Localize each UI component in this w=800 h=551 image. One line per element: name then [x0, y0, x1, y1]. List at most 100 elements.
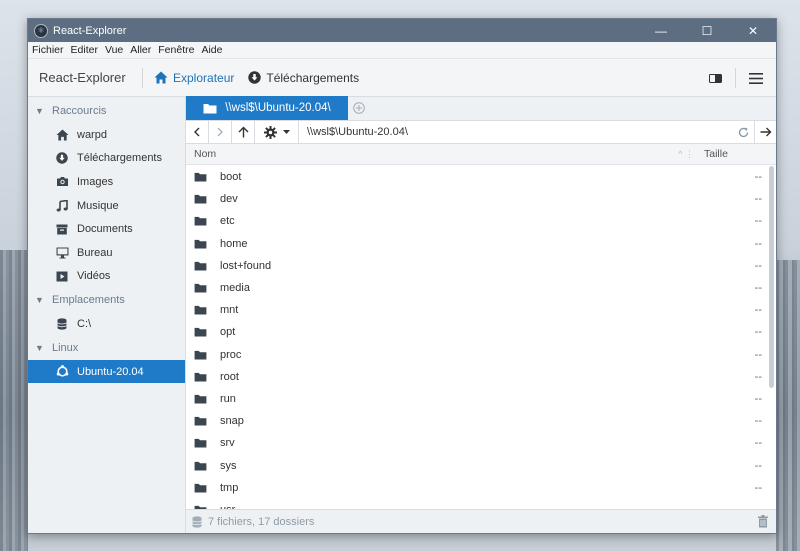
toolbar-divider — [142, 67, 143, 88]
minimize-button[interactable]: — — [638, 19, 684, 42]
archive-icon — [55, 224, 69, 235]
sidebar-item-label: C:\ — [77, 317, 92, 330]
window-controls: — ☐ ✕ — [638, 19, 776, 42]
close-button[interactable]: ✕ — [730, 19, 776, 42]
table-row[interactable]: mnt -- — [186, 299, 776, 321]
file-name: lost+found — [220, 259, 272, 272]
forward-button[interactable] — [209, 120, 232, 144]
downloads-nav-button[interactable]: Téléchargements — [248, 71, 359, 85]
tab-ubuntu-path[interactable]: \\wsl$\Ubuntu-20.04\ — [186, 96, 348, 120]
sidebar-item-ubuntu[interactable]: Ubuntu-20.04 — [28, 359, 185, 384]
file-size: -- — [754, 282, 762, 295]
hamburger-menu-icon — [749, 72, 763, 84]
table-row[interactable]: run -- — [186, 388, 776, 410]
menu-fichier[interactable]: Fichier — [32, 44, 64, 56]
table-row[interactable]: media -- — [186, 277, 776, 299]
table-row[interactable]: home -- — [186, 233, 776, 255]
back-button[interactable] — [186, 120, 209, 144]
folder-icon — [194, 305, 208, 315]
background-trees-left — [0, 250, 28, 551]
window-title: React-Explorer — [53, 24, 127, 37]
chevron-left-icon — [193, 127, 201, 137]
title-bar[interactable]: ⚛ React-Explorer — ☐ ✕ — [28, 19, 776, 42]
window-body: ▼ Raccourcis warpd Téléchargements Image… — [28, 96, 776, 533]
explorer-nav-button[interactable]: Explorateur — [154, 71, 234, 85]
chevron-down-icon: ▼ — [35, 295, 44, 306]
database-icon — [55, 318, 69, 330]
column-header: Nom ^ ⋮ Taille — [186, 144, 776, 165]
explorer-nav-label: Explorateur — [173, 70, 235, 85]
table-row[interactable]: sys -- — [186, 454, 776, 476]
menu-aide[interactable]: Aide — [201, 44, 222, 56]
sidebar-item-downloads[interactable]: Téléchargements — [28, 147, 185, 171]
sidebar-item-label: Vidéos — [77, 270, 111, 283]
parent-folder-button[interactable] — [232, 120, 255, 144]
music-icon — [55, 199, 69, 212]
file-name: dev — [220, 193, 238, 206]
table-row[interactable]: tmp -- — [186, 477, 776, 499]
trash-icon[interactable] — [758, 515, 768, 528]
sidebar-item-warpd[interactable]: warpd — [28, 123, 185, 147]
refresh-button[interactable] — [732, 121, 754, 144]
sidebar-section-label: Raccourcis — [52, 105, 107, 117]
sidebar-item-videos[interactable]: Vidéos — [28, 265, 185, 289]
sidebar-item-c-drive[interactable]: C:\ — [28, 312, 185, 336]
sidebar-section-raccourcis[interactable]: ▼ Raccourcis — [28, 99, 185, 123]
sidebar-section-emplacements[interactable]: ▼ Emplacements — [28, 288, 185, 312]
folder-icon — [194, 416, 208, 426]
table-row[interactable]: usr-- — [186, 499, 776, 509]
sidebar-section-linux[interactable]: ▼ Linux — [28, 336, 185, 360]
downloads-nav-label: Téléchargements — [266, 70, 360, 85]
menu-vue[interactable]: Vue — [105, 44, 123, 56]
sort-handle-icon[interactable]: ^ ⋮ — [678, 149, 694, 160]
menu-fenetre[interactable]: Fenêtre — [158, 44, 194, 56]
table-row[interactable]: srv -- — [186, 432, 776, 454]
video-icon — [55, 271, 69, 282]
file-size: -- — [754, 215, 762, 228]
sidebar-item-documents[interactable]: Documents — [28, 217, 185, 241]
menu-aller[interactable]: Aller — [130, 44, 151, 56]
maximize-button[interactable]: ☐ — [684, 19, 730, 42]
table-row[interactable]: root -- — [186, 366, 776, 388]
file-name: root — [220, 370, 239, 383]
arrow-up-icon — [238, 126, 249, 138]
chevron-right-icon — [216, 127, 224, 137]
file-size: -- — [754, 370, 762, 383]
hamburger-menu-button[interactable] — [736, 72, 776, 84]
sidebar-item-images[interactable]: Images — [28, 170, 185, 194]
file-name: tmp — [220, 481, 239, 494]
toolbar-right — [695, 59, 776, 97]
file-size: -- — [754, 348, 762, 361]
ubuntu-icon — [55, 365, 69, 378]
table-row[interactable]: lost+found -- — [186, 255, 776, 277]
panel-toggle-button[interactable] — [695, 73, 735, 83]
folder-icon — [194, 261, 208, 271]
react-logo-icon: ⚛ — [34, 23, 48, 38]
table-row[interactable]: boot -- — [186, 166, 776, 188]
menu-editer[interactable]: Editer — [71, 44, 98, 56]
file-size: -- — [754, 481, 762, 494]
file-size: -- — [754, 326, 762, 339]
go-button[interactable] — [754, 120, 776, 144]
settings-dropdown-button[interactable] — [255, 120, 299, 144]
folder-icon — [194, 483, 208, 493]
file-size: -- — [754, 459, 762, 472]
column-size-header[interactable]: Taille — [704, 148, 776, 160]
sidebar-item-label: Téléchargements — [77, 152, 162, 165]
sidebar-item-music[interactable]: Musique — [28, 194, 185, 218]
column-name-header[interactable]: Nom — [186, 148, 704, 160]
menu-bar: Fichier Editer Vue Aller Fenêtre Aide — [28, 42, 776, 59]
folder-icon — [194, 394, 208, 404]
table-row[interactable]: proc -- — [186, 344, 776, 366]
table-row[interactable]: opt -- — [186, 321, 776, 343]
table-row[interactable]: dev -- — [186, 188, 776, 210]
add-tab-button[interactable] — [348, 96, 370, 120]
navigation-bar — [186, 120, 776, 144]
table-row[interactable]: snap -- — [186, 410, 776, 432]
sidebar-item-bureau[interactable]: Bureau — [28, 241, 185, 265]
path-input[interactable] — [299, 121, 732, 143]
tab-bar: \\wsl$\Ubuntu-20.04\ — [186, 96, 776, 121]
file-size: -- — [754, 193, 762, 206]
table-row[interactable]: etc -- — [186, 210, 776, 232]
vertical-scrollbar[interactable] — [769, 166, 774, 388]
